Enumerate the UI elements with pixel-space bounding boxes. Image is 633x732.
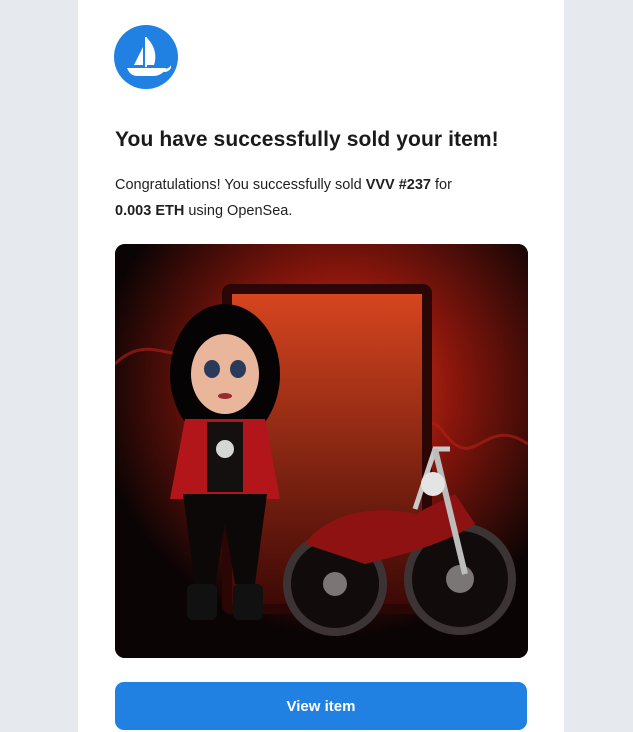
message-middle: for <box>435 177 452 193</box>
sale-price: 0.003 ETH <box>115 203 185 219</box>
nft-image <box>115 244 528 658</box>
email-title: You have successfully sold your item! <box>115 128 499 151</box>
message-suffix: using OpenSea. <box>188 203 293 219</box>
sale-message: Congratulations! You successfully sold V… <box>115 172 535 224</box>
view-item-button[interactable]: View item <box>115 682 527 730</box>
opensea-logo-icon <box>114 25 178 89</box>
item-name: VVV #237 <box>365 177 431 193</box>
message-prefix: Congratulations! You successfully sold <box>115 177 362 193</box>
email-card: You have successfully sold your item! Co… <box>78 0 564 732</box>
